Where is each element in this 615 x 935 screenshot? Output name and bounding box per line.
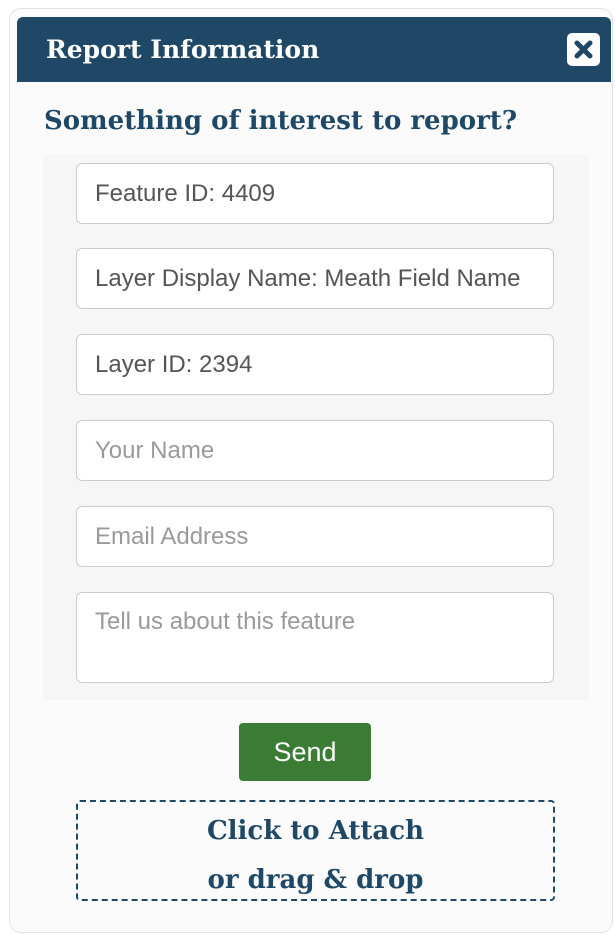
your-name-field[interactable] [76,420,554,481]
attach-click-label: Click to Attach [206,816,425,846]
feature-id-field[interactable] [76,163,554,224]
attachment-drop-zone[interactable]: Click to Attach or drag & drop [76,800,555,901]
close-button[interactable] [567,33,600,66]
layer-display-name-field[interactable] [76,248,554,309]
email-field[interactable] [76,506,554,567]
send-button[interactable]: Send [239,723,371,781]
layer-id-field[interactable] [76,334,554,395]
attach-drag-label: or drag & drop [207,865,424,895]
feature-description-field[interactable] [76,592,554,683]
dialog-title: Report Information [46,35,320,64]
report-prompt: Something of interest to report? [44,106,518,136]
dialog-header: Report Information [17,17,611,82]
close-icon [574,40,593,59]
